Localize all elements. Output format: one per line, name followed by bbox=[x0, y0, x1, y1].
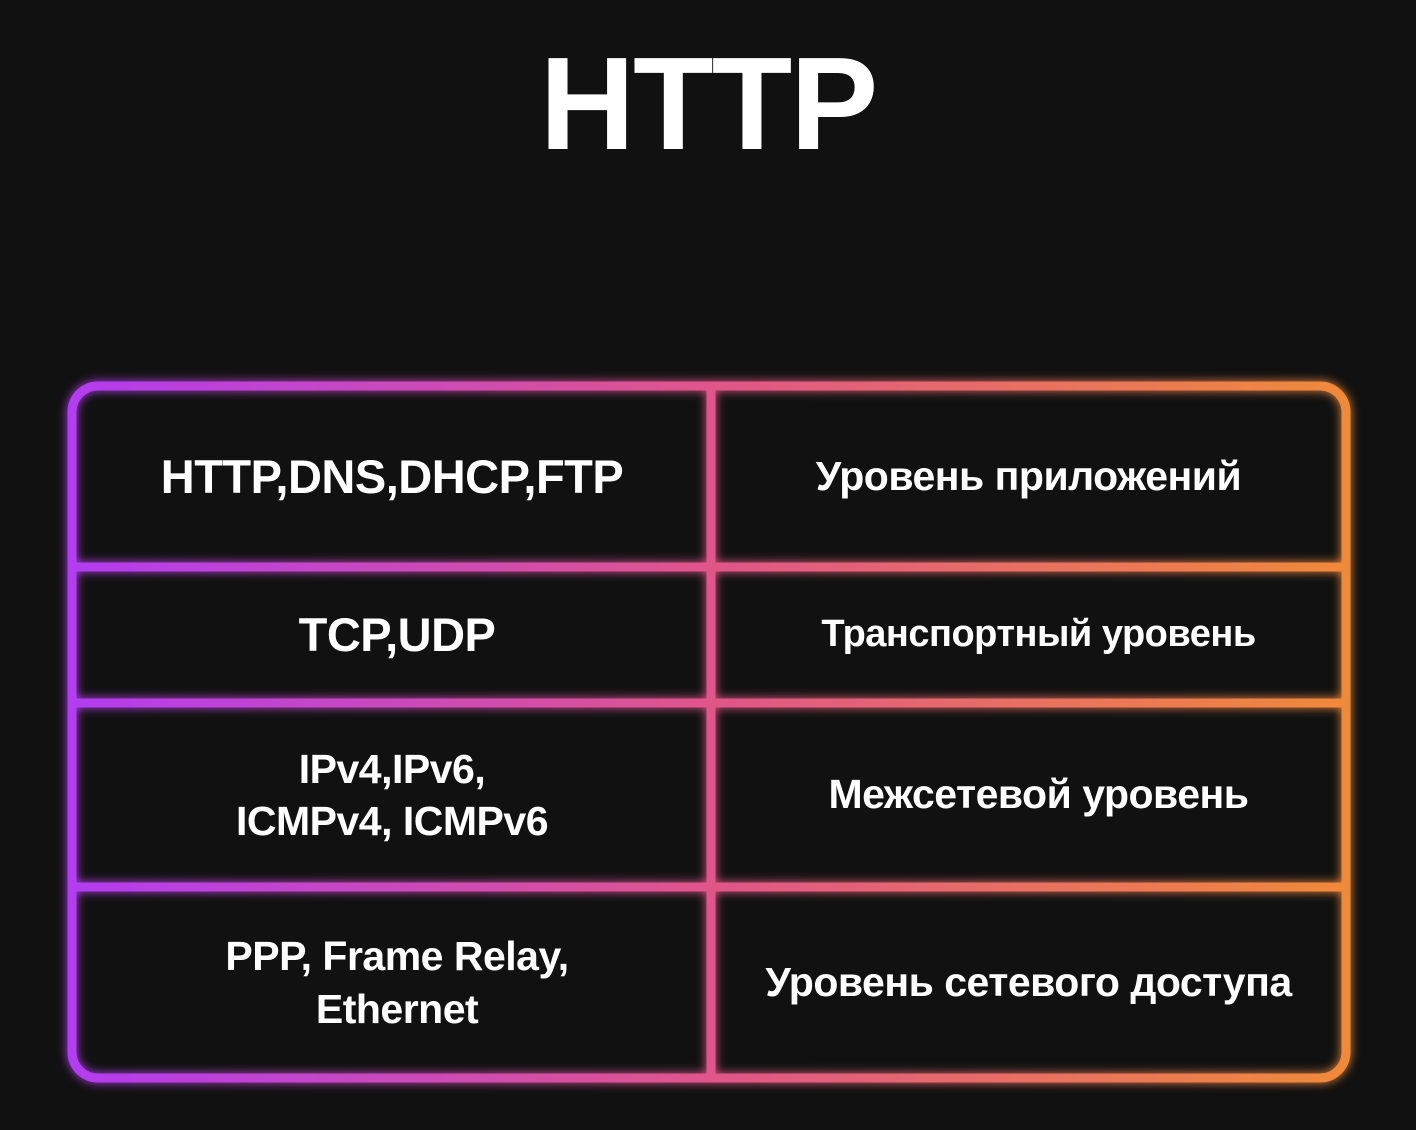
layer-cell-internet: Межсетевой уровень bbox=[828, 771, 1249, 818]
layer-cell-application: Уровень приложений bbox=[815, 453, 1242, 500]
layer-cell-network-access: Уровень сетевого доступа bbox=[765, 958, 1292, 1005]
protocols-cell-transport: TCP,UDP bbox=[298, 607, 496, 661]
protocols-cell-network-access: PPP, Frame Relay, Ethernet bbox=[225, 933, 569, 1032]
protocols-cell-internet: IPv4,IPv6, ICMPv4, ICMPv6 bbox=[236, 745, 549, 844]
layer-cell-transport: Транспортный уровень bbox=[821, 613, 1256, 656]
protocols-cell-application: HTTP,DNS,DHCP,FTP bbox=[160, 449, 624, 503]
